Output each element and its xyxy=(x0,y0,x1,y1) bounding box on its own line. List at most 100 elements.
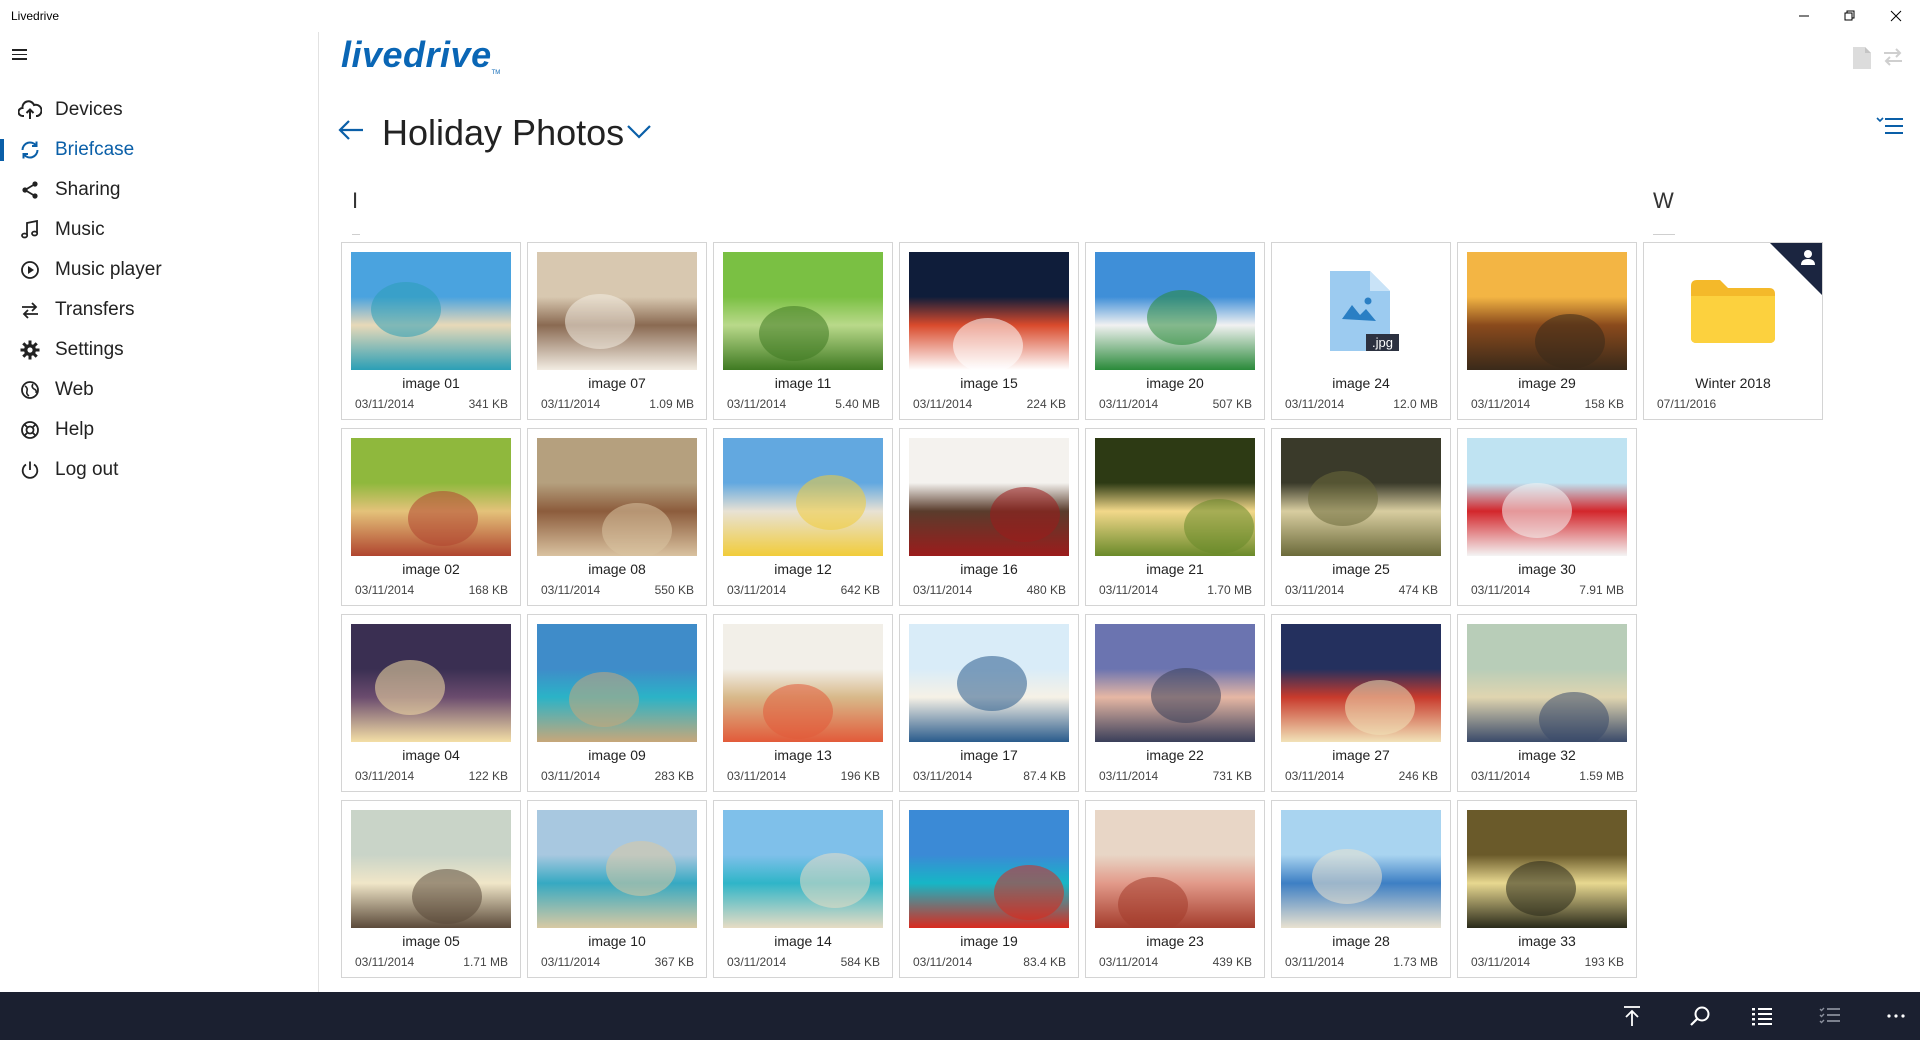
sidebar-item-transfers[interactable]: Transfers xyxy=(0,290,319,330)
sidebar-item-sharing[interactable]: Sharing xyxy=(0,170,319,210)
item-name: image 08 xyxy=(588,561,646,577)
item-date: 03/11/2014 xyxy=(913,769,973,783)
photo-tile[interactable]: image 28 03/11/2014 1.73 MB xyxy=(1271,800,1451,978)
item-date: 03/11/2014 xyxy=(727,397,787,411)
item-size: 12.0 MB xyxy=(1393,397,1438,411)
photo-thumbnail xyxy=(351,438,511,556)
item-date: 03/11/2014 xyxy=(727,583,787,597)
photo-tile[interactable]: image 09 03/11/2014 283 KB xyxy=(527,614,707,792)
search-button[interactable] xyxy=(1676,992,1724,1040)
item-date: 03/11/2014 xyxy=(1099,397,1159,411)
photo-tile[interactable]: image 23 03/11/2014 439 KB xyxy=(1085,800,1265,978)
item-date: 03/11/2014 xyxy=(1099,955,1159,969)
sidebar-item-label: Devices xyxy=(55,99,123,120)
sidebar-item-web[interactable]: Web xyxy=(0,370,319,410)
photo-tile[interactable]: image 11 03/11/2014 5.40 MB xyxy=(713,242,893,420)
scroll-to-top-button[interactable] xyxy=(1608,992,1656,1040)
restore-button[interactable] xyxy=(1827,0,1873,32)
item-name: image 28 xyxy=(1332,933,1390,949)
item-size: 550 KB xyxy=(654,583,694,597)
group-header-letter[interactable]: W xyxy=(1653,188,1674,214)
photo-tile[interactable]: image 17 03/11/2014 87.4 KB xyxy=(899,614,1079,792)
back-button[interactable] xyxy=(337,118,365,147)
photo-tile[interactable]: image 30 03/11/2014 7.91 MB xyxy=(1457,428,1637,606)
photo-tile[interactable]: image 16 03/11/2014 480 KB xyxy=(899,428,1079,606)
photo-tile[interactable]: image 14 03/11/2014 584 KB xyxy=(713,800,893,978)
photo-tile[interactable]: image 10 03/11/2014 367 KB xyxy=(527,800,707,978)
item-name: image 15 xyxy=(960,375,1018,391)
sidebar-item-label: Web xyxy=(55,379,94,400)
sort-list-button[interactable] xyxy=(1876,116,1904,141)
photo-thumbnail xyxy=(1281,624,1441,742)
list-view-button[interactable] xyxy=(1738,992,1786,1040)
photo-tile[interactable]: image 20 03/11/2014 507 KB xyxy=(1085,242,1265,420)
item-date: 03/11/2014 xyxy=(541,397,601,411)
photo-tile[interactable]: image 13 03/11/2014 196 KB xyxy=(713,614,893,792)
photo-thumbnail xyxy=(1467,438,1627,556)
photo-tile[interactable]: image 27 03/11/2014 246 KB xyxy=(1271,614,1451,792)
item-date: 03/11/2014 xyxy=(913,397,973,411)
item-size: 480 KB xyxy=(1026,583,1066,597)
photo-tile[interactable]: image 07 03/11/2014 1.09 MB xyxy=(527,242,707,420)
folder-tile[interactable]: Winter 2018 07/11/2016 xyxy=(1643,242,1823,420)
photo-tile[interactable]: image 19 03/11/2014 83.4 KB xyxy=(899,800,1079,978)
photo-tile[interactable]: image 15 03/11/2014 224 KB xyxy=(899,242,1079,420)
sidebar-item-log-out[interactable]: Log out xyxy=(0,450,319,490)
item-date: 03/11/2014 xyxy=(727,955,787,969)
item-date: 03/11/2014 xyxy=(727,769,787,783)
photo-thumbnail xyxy=(909,252,1069,370)
photo-thumbnail xyxy=(1095,624,1255,742)
item-name: image 21 xyxy=(1146,561,1204,577)
photo-tile[interactable]: image 21 03/11/2014 1.70 MB xyxy=(1085,428,1265,606)
sidebar-item-label: Transfers xyxy=(55,299,135,320)
photo-tile[interactable]: image 25 03/11/2014 474 KB xyxy=(1271,428,1451,606)
item-size: 87.4 KB xyxy=(1023,769,1066,783)
photo-tile[interactable]: image 33 03/11/2014 193 KB xyxy=(1457,800,1637,978)
photo-tile[interactable]: image 01 03/11/2014 341 KB xyxy=(341,242,521,420)
sidebar-item-help[interactable]: Help xyxy=(0,410,319,450)
item-name: image 23 xyxy=(1146,933,1204,949)
item-size: 224 KB xyxy=(1026,397,1066,411)
sidebar-item-settings[interactable]: Settings xyxy=(0,330,319,370)
chevron-down-icon xyxy=(627,125,651,139)
item-name: image 14 xyxy=(774,933,832,949)
photo-tile[interactable]: image 05 03/11/2014 1.71 MB xyxy=(341,800,521,978)
item-size: 1.09 MB xyxy=(649,397,694,411)
photo-tile[interactable]: image 08 03/11/2014 550 KB xyxy=(527,428,707,606)
close-button[interactable] xyxy=(1873,0,1919,32)
sidebar-item-devices[interactable]: Devices xyxy=(0,90,319,130)
sidebar-item-music[interactable]: Music xyxy=(0,210,319,250)
photo-thumbnail xyxy=(723,438,883,556)
item-name: image 05 xyxy=(402,933,460,949)
group-header-letter[interactable]: I xyxy=(352,188,358,214)
photo-tile[interactable]: image 22 03/11/2014 731 KB xyxy=(1085,614,1265,792)
cloud-upload-icon xyxy=(18,98,42,122)
minimize-button[interactable] xyxy=(1781,0,1827,32)
hamburger-menu-button[interactable] xyxy=(12,46,34,68)
select-list-button[interactable] xyxy=(1806,992,1854,1040)
photo-tile[interactable]: image 32 03/11/2014 1.59 MB xyxy=(1457,614,1637,792)
shared-user-icon xyxy=(1770,243,1822,295)
photo-thumbnail xyxy=(723,810,883,928)
photo-tile[interactable]: image 29 03/11/2014 158 KB xyxy=(1457,242,1637,420)
more-options-button[interactable] xyxy=(1872,992,1920,1040)
item-name: image 22 xyxy=(1146,747,1204,763)
jpg-file-icon: .jpg xyxy=(1281,252,1441,370)
sidebar-item-label: Music player xyxy=(55,259,162,280)
item-date: 03/11/2014 xyxy=(913,955,973,969)
item-name: image 19 xyxy=(960,933,1018,949)
item-name: image 33 xyxy=(1518,933,1576,949)
file-tile[interactable]: .jpg image 24 03/11/2014 12.0 MB xyxy=(1271,242,1451,420)
item-name: image 12 xyxy=(774,561,832,577)
file-icon[interactable] xyxy=(1852,46,1872,75)
item-name: image 04 xyxy=(402,747,460,763)
swap-icon[interactable] xyxy=(1882,46,1904,73)
sidebar-item-music-player[interactable]: Music player xyxy=(0,250,319,290)
livedrive-logo: livedriveTM xyxy=(341,34,501,76)
photo-tile[interactable]: image 12 03/11/2014 642 KB xyxy=(713,428,893,606)
folder-dropdown-button[interactable] xyxy=(626,124,652,145)
item-date: 03/11/2014 xyxy=(1471,583,1531,597)
photo-tile[interactable]: image 04 03/11/2014 122 KB xyxy=(341,614,521,792)
photo-tile[interactable]: image 02 03/11/2014 168 KB xyxy=(341,428,521,606)
sidebar-item-briefcase[interactable]: Briefcase xyxy=(0,130,319,170)
